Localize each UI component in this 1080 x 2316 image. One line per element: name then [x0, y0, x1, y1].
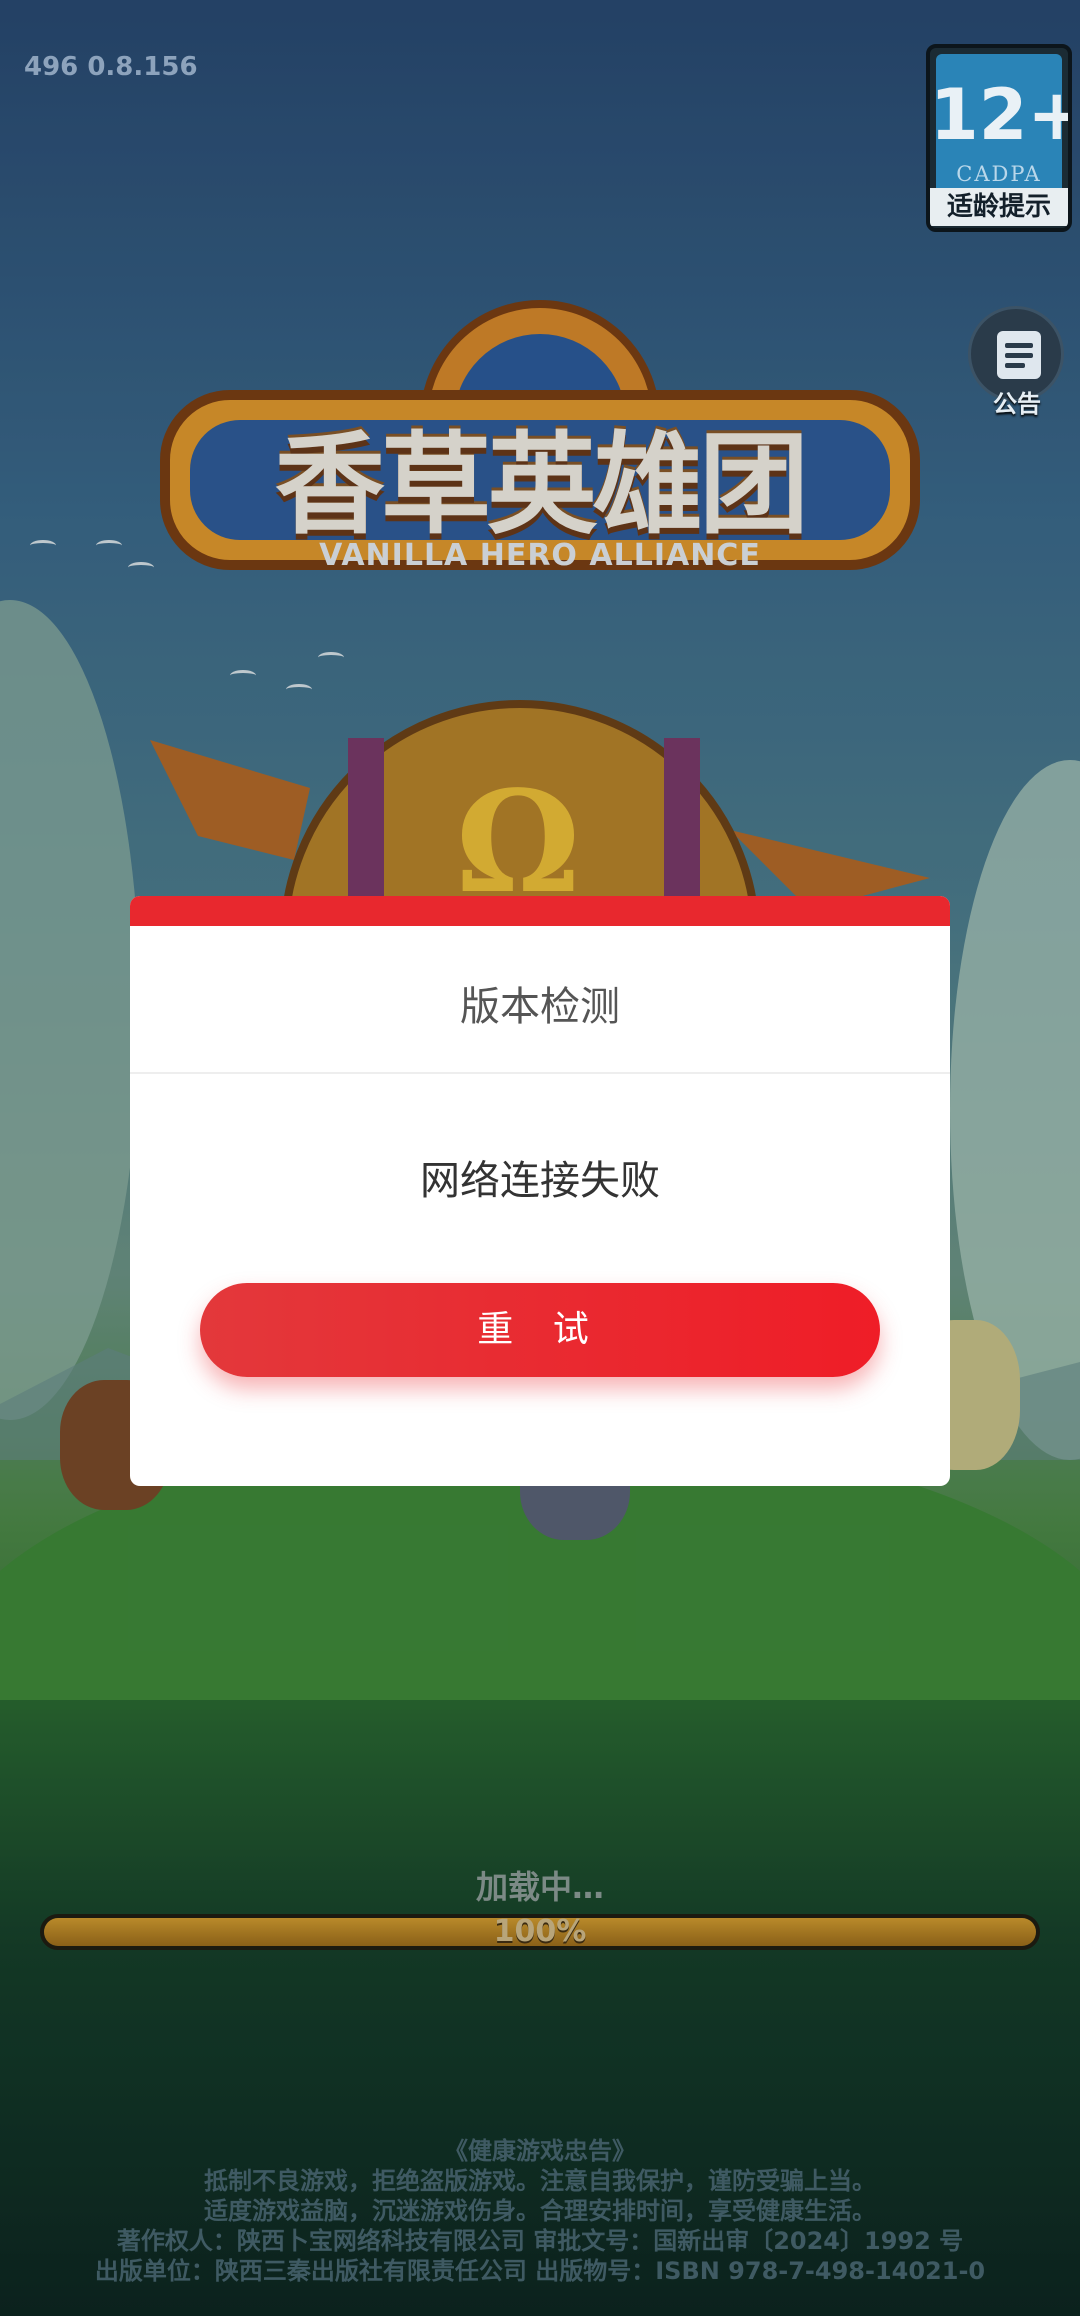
- retry-button[interactable]: 重 试: [200, 1283, 880, 1377]
- dialog-title: 版本检测: [460, 984, 620, 1030]
- notice-label: 公告: [993, 390, 1041, 418]
- age-rating-badge[interactable]: 12+ CADPA 适龄提示: [926, 44, 1072, 232]
- loading-label: 加载中…: [475, 1868, 604, 1906]
- footer-line: 抵制不良游戏，拒绝盗版游戏。注意自我保护，谨防受骗上当。: [204, 2167, 876, 2195]
- age-rating-org: CADPA: [956, 162, 1042, 186]
- age-rating-number: 12+: [930, 74, 1072, 156]
- version-label: 496 0.8.156: [24, 52, 198, 82]
- footer-line: 著作权人：陕西卜宝网络科技有限公司 审批文号：国新出审〔2024〕1992 号: [116, 2227, 964, 2255]
- footer-line: 出版单位：陕西三秦出版社有限责任公司 出版物号：ISBN 978-7-498-1…: [94, 2257, 986, 2285]
- loading-progress-text: 100%: [493, 1914, 587, 1949]
- dialog-divider: [130, 1072, 950, 1074]
- notice-board-icon: [997, 331, 1041, 379]
- dialog-message: 网络连接失败: [420, 1158, 660, 1204]
- health-advisory-footer: 《健康游戏忠告》 抵制不良游戏，拒绝盗版游戏。注意自我保护，谨防受骗上当。 适度…: [0, 2136, 1080, 2286]
- version-check-dialog: 版本检测 网络连接失败 重 试: [130, 896, 950, 1486]
- footer-line: 《健康游戏忠告》: [444, 2137, 636, 2165]
- age-rating-label: 适龄提示: [930, 188, 1068, 226]
- footer-line: 适度游戏益脑，沉迷游戏伤身。合理安排时间，享受健康生活。: [204, 2197, 876, 2225]
- dialog-accent-bar: [130, 896, 950, 926]
- notice-button[interactable]: 公告: [968, 306, 1066, 418]
